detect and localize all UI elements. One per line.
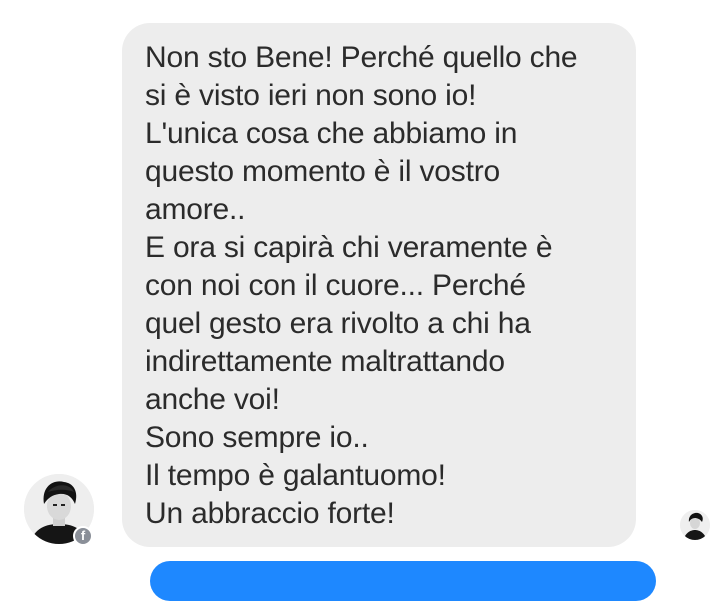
message-line: E ora si capirà chi veramente è bbox=[145, 231, 553, 264]
facebook-icon: f bbox=[73, 526, 93, 546]
read-receipt-avatar-icon bbox=[680, 510, 710, 540]
message-line: indirettamente maltrattando bbox=[145, 345, 505, 378]
message-line: quel gesto era rivolto a chi ha bbox=[145, 307, 531, 340]
message-line: Sono sempre io.. bbox=[145, 421, 369, 454]
header-fragment bbox=[340, 0, 380, 4]
message-line: Il tempo è galantuomo! bbox=[145, 459, 446, 492]
message-line: Non sto Bene! Perché quello che bbox=[145, 41, 578, 74]
message-line: con noi con il cuore... Perché bbox=[145, 269, 526, 302]
message-line: Un abbraccio forte! bbox=[145, 497, 395, 530]
message-line: questo momento è il vostro bbox=[145, 155, 500, 188]
message-line: si è visto ieri non sono io! bbox=[145, 79, 477, 112]
message-line: anche voi! bbox=[145, 383, 280, 416]
message-line: amore.. bbox=[145, 193, 246, 226]
outgoing-message-bubble[interactable] bbox=[150, 561, 656, 601]
incoming-message-bubble[interactable]: Non sto Bene! Perché quello che si è vis… bbox=[122, 23, 636, 547]
message-line: L'unica cosa che abbiamo in bbox=[145, 117, 518, 150]
